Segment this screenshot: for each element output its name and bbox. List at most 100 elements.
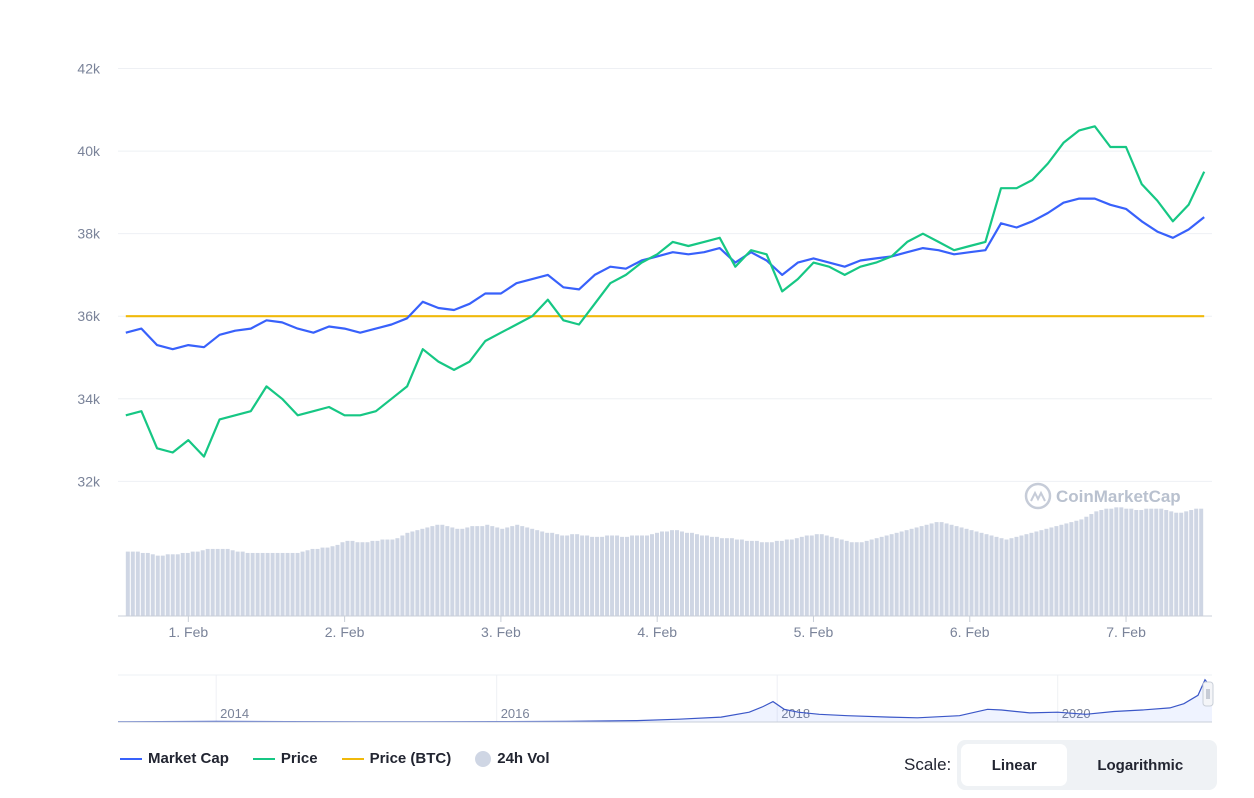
volume-bar bbox=[1144, 508, 1149, 616]
volume-bar bbox=[1164, 510, 1169, 616]
volume-bar bbox=[984, 534, 989, 616]
navigator-handle[interactable] bbox=[1202, 681, 1214, 707]
volume-bar bbox=[360, 542, 365, 616]
volume-bar bbox=[1189, 510, 1194, 616]
volume-bar bbox=[210, 548, 215, 616]
volume-bar bbox=[769, 542, 774, 616]
volume-bar bbox=[345, 540, 350, 616]
volume-bar bbox=[819, 534, 824, 616]
volume-bar bbox=[165, 554, 170, 616]
legend-item-price[interactable]: Price bbox=[252, 750, 318, 767]
volume-bar bbox=[435, 524, 440, 616]
volume-bar bbox=[405, 532, 410, 616]
volume-bar bbox=[425, 527, 430, 616]
scale-logarithmic-button[interactable]: Logarithmic bbox=[1067, 744, 1213, 786]
volume-bar bbox=[994, 536, 999, 616]
volume-bar bbox=[290, 552, 295, 616]
volume-bar bbox=[699, 535, 704, 616]
volume-bar bbox=[275, 552, 280, 616]
volume-bar bbox=[739, 539, 744, 616]
legend-label-24h-vol: 24h Vol bbox=[497, 750, 550, 767]
price-chart[interactable]: 42k 40k 38k 36k 34k 32k 1. Feb 2. Feb 3. Feb 4. F… bbox=[0, 0, 1254, 740]
24h-vol-swatch bbox=[475, 750, 492, 767]
volume-bar bbox=[225, 548, 230, 616]
market-cap-swatch bbox=[120, 757, 142, 760]
watermark-text: CoinMarketCap bbox=[1056, 487, 1181, 506]
scale-selector: Scale: Linear Logarithmic bbox=[904, 740, 1218, 790]
volume-bar bbox=[899, 531, 904, 616]
volume-bar bbox=[535, 530, 540, 616]
x-tick-label: 1. Feb bbox=[168, 624, 208, 640]
volume-bar bbox=[450, 527, 455, 616]
volume-bar bbox=[500, 528, 505, 616]
volume-bar bbox=[160, 555, 165, 616]
volume-bar bbox=[1029, 532, 1034, 616]
volume-bar bbox=[325, 547, 330, 616]
volume-bar bbox=[640, 535, 645, 616]
volume-bar bbox=[480, 526, 485, 616]
volume-bar bbox=[1179, 512, 1184, 616]
volume-bar bbox=[869, 539, 874, 616]
volume-bar bbox=[520, 526, 525, 616]
volume-bar bbox=[600, 536, 605, 616]
volume-bar bbox=[410, 531, 415, 616]
volume-bar bbox=[590, 536, 595, 616]
volume-bar bbox=[385, 539, 390, 616]
volume-bar bbox=[335, 544, 340, 616]
volume-bar bbox=[894, 532, 899, 616]
volume-bar bbox=[1034, 531, 1039, 616]
volume-bar bbox=[295, 552, 300, 616]
volume-bar bbox=[125, 551, 130, 616]
volume-bar bbox=[749, 540, 754, 616]
legend-item-24h-vol[interactable]: 24h Vol bbox=[475, 750, 550, 767]
volume-bar bbox=[545, 532, 550, 616]
volume-bar bbox=[889, 534, 894, 616]
volume-bar bbox=[1059, 524, 1064, 616]
volume-bar bbox=[809, 535, 814, 616]
volume-bar bbox=[470, 526, 475, 616]
volume-bar bbox=[734, 539, 739, 616]
volume-bar bbox=[395, 538, 400, 616]
volume-bar bbox=[260, 552, 265, 616]
volume-bar bbox=[550, 532, 555, 616]
volume-bar bbox=[959, 527, 964, 616]
price-line bbox=[125, 125, 1206, 458]
volume-bar bbox=[694, 534, 699, 616]
volume-bar bbox=[1174, 512, 1179, 616]
volume-bar bbox=[570, 534, 575, 616]
volume-bar bbox=[829, 536, 834, 616]
volume-bar bbox=[1039, 530, 1044, 616]
legend-item-price-btc[interactable]: Price (BTC) bbox=[341, 750, 451, 767]
volume-bar bbox=[949, 524, 954, 616]
watermark-logo-icon bbox=[1024, 482, 1052, 510]
volume-bar bbox=[300, 551, 305, 616]
legend-item-market-cap[interactable]: Market Cap bbox=[120, 750, 229, 767]
price-btc-swatch bbox=[341, 757, 364, 760]
volume-bar bbox=[265, 552, 270, 616]
volume-bar bbox=[310, 548, 315, 616]
volume-bar bbox=[864, 540, 869, 616]
volume-bar bbox=[1014, 536, 1019, 616]
price-swatch bbox=[252, 757, 275, 760]
y-tick-label: 34k bbox=[77, 391, 101, 407]
volume-bar bbox=[1199, 508, 1204, 616]
volume-bar bbox=[255, 552, 260, 616]
volume-bar bbox=[205, 548, 210, 616]
volume-bar bbox=[1069, 522, 1074, 616]
volume-bar bbox=[240, 551, 245, 616]
volume-bar bbox=[1119, 507, 1124, 616]
scale-linear-button[interactable]: Linear bbox=[961, 744, 1068, 786]
volume-bar bbox=[400, 535, 405, 616]
volume-bar bbox=[585, 535, 590, 616]
volume-bar bbox=[1154, 508, 1159, 616]
volume-bar bbox=[280, 552, 285, 616]
volume-bar bbox=[844, 540, 849, 616]
volume-bar bbox=[390, 539, 395, 616]
volume-bar bbox=[460, 528, 465, 616]
volume-bar bbox=[954, 526, 959, 616]
volume-bar bbox=[744, 540, 749, 616]
volume-bar bbox=[999, 538, 1004, 616]
volume-bar bbox=[510, 526, 515, 616]
volume-bar bbox=[1089, 514, 1094, 616]
volume-bar bbox=[1099, 510, 1104, 616]
